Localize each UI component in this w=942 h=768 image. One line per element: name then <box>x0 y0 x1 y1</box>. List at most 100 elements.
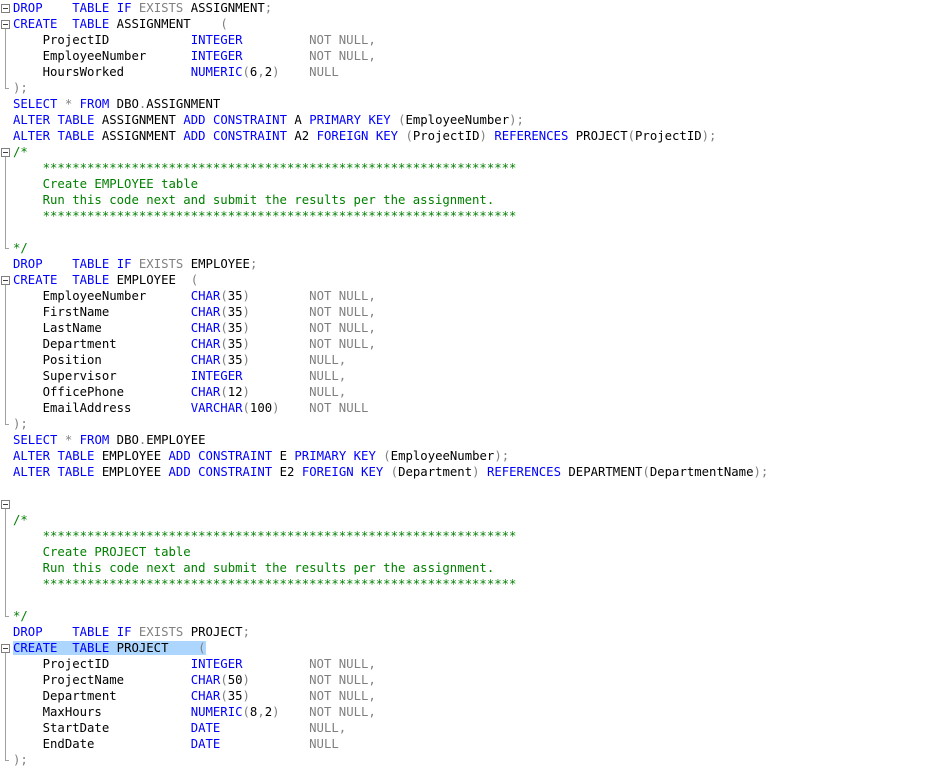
code-token: CREATE <box>13 17 58 31</box>
code-token: ****************************************… <box>13 529 517 543</box>
code-line[interactable]: ); <box>13 752 942 768</box>
code-line[interactable]: EmployeeNumber CHAR(35) NOT NULL, <box>13 288 942 304</box>
code-token: REFERENCES <box>494 129 569 143</box>
code-area[interactable]: DROP TABLE IF EXISTS ASSIGNMENT; CREATE T… <box>13 0 942 768</box>
code-line[interactable]: ALTER TABLE ASSIGNMENT ADD CONSTRAINT A2… <box>13 128 942 144</box>
fold-collapse-icon[interactable] <box>1 148 10 157</box>
code-line[interactable]: SELECT * FROM DBO.ASSIGNMENT <box>13 96 942 112</box>
fold-collapse-icon[interactable] <box>1 276 10 285</box>
code-token: ASSIGNMENT <box>146 97 221 111</box>
code-token: EXISTS <box>138 257 184 271</box>
code-line[interactable]: HoursWorked NUMERIC(6,2) NULL <box>13 64 942 80</box>
code-line[interactable]: StartDate DATE NULL, <box>13 720 942 736</box>
code-line[interactable]: DROP TABLE IF EXISTS ASSIGNMENT; <box>13 0 942 16</box>
code-line[interactable]: CREATE TABLE ASSIGNMENT ( <box>13 16 942 32</box>
code-line[interactable]: /* <box>13 144 942 160</box>
code-line[interactable]: OfficePhone CHAR(12) NULL, <box>13 384 942 400</box>
code-token: FOREIGN <box>316 129 369 143</box>
code-token: Department <box>13 689 191 703</box>
code-line[interactable]: LastName CHAR(35) NOT NULL, <box>13 320 942 336</box>
fold-collapse-icon[interactable] <box>1 644 10 653</box>
code-line[interactable]: ****************************************… <box>13 576 942 592</box>
code-token: ( <box>383 449 391 463</box>
code-token: CREATE <box>13 641 58 655</box>
code-token: */ <box>13 241 28 255</box>
code-line[interactable]: ****************************************… <box>13 208 942 224</box>
code-line[interactable]: FirstName CHAR(35) NOT NULL, <box>13 304 942 320</box>
code-line[interactable]: DROP TABLE IF EXISTS PROJECT; <box>13 624 942 640</box>
code-line[interactable]: Create PROJECT table <box>13 544 942 560</box>
code-token: DBO <box>109 97 139 111</box>
code-line[interactable]: Run this code next and submit the result… <box>13 192 942 208</box>
code-token: EndDate <box>13 737 191 751</box>
code-line[interactable]: CREATE TABLE EMPLOYEE ( <box>13 272 942 288</box>
code-token: PRIMARY <box>309 113 362 127</box>
code-line[interactable]: */ <box>13 240 942 256</box>
code-token: TABLE <box>57 129 95 143</box>
code-token: NOT NULL <box>309 401 369 415</box>
code-token: EmailAddress <box>13 401 191 415</box>
code-token: ( <box>220 673 228 687</box>
code-line[interactable]: Department CHAR(35) NOT NULL, <box>13 688 942 704</box>
code-line[interactable] <box>13 224 942 240</box>
code-line[interactable]: ProjectID INTEGER NOT NULL, <box>13 32 942 48</box>
code-line[interactable]: ALTER TABLE ASSIGNMENT ADD CONSTRAINT A … <box>13 112 942 128</box>
code-line[interactable]: CREATE TABLE PROJECT ( <box>13 640 942 656</box>
code-line[interactable] <box>13 592 942 608</box>
code-line[interactable]: Run this code next and submit the result… <box>13 560 942 576</box>
code-line[interactable]: EndDate DATE NULL <box>13 736 942 752</box>
code-line[interactable]: Position CHAR(35) NULL, <box>13 352 942 368</box>
code-line[interactable]: ****************************************… <box>13 160 942 176</box>
fold-collapse-icon[interactable] <box>1 4 10 13</box>
code-line[interactable] <box>13 496 942 512</box>
code-line[interactable]: /* <box>13 512 942 528</box>
code-token: CHAR <box>190 385 221 399</box>
code-token: ); <box>13 753 28 767</box>
code-token: ( <box>220 289 228 303</box>
code-token: DBO <box>109 433 139 447</box>
code-token: SELECT <box>13 433 58 447</box>
code-line[interactable]: Department CHAR(35) NOT NULL, <box>13 336 942 352</box>
code-line[interactable] <box>13 480 942 496</box>
code-line[interactable]: */ <box>13 608 942 624</box>
code-line[interactable]: ); <box>13 416 942 432</box>
code-line[interactable]: EmailAddress VARCHAR(100) NOT NULL <box>13 400 942 416</box>
sql-code-editor[interactable]: DROP TABLE IF EXISTS ASSIGNMENT; CREATE T… <box>0 0 942 767</box>
code-line[interactable]: Create EMPLOYEE table <box>13 176 942 192</box>
code-line[interactable]: SELECT * FROM DBO.EMPLOYEE <box>13 432 942 448</box>
code-line[interactable]: ****************************************… <box>13 528 942 544</box>
code-line[interactable]: DROP TABLE IF EXISTS EMPLOYEE; <box>13 256 942 272</box>
code-token <box>57 641 73 655</box>
code-line[interactable]: MaxHours NUMERIC(8,2) NOT NULL, <box>13 704 942 720</box>
code-line[interactable]: EmployeeNumber INTEGER NOT NULL, <box>13 48 942 64</box>
code-token: ( <box>627 129 636 143</box>
code-token: NULL <box>309 65 339 79</box>
code-token: ); <box>494 449 510 463</box>
code-line[interactable]: ALTER TABLE EMPLOYEE ADD CONSTRAINT E2 F… <box>13 464 942 480</box>
code-line[interactable]: Supervisor INTEGER NULL, <box>13 368 942 384</box>
code-token: ); <box>509 113 524 127</box>
code-token: 35 <box>227 305 243 319</box>
code-line[interactable]: ProjectID INTEGER NOT NULL, <box>13 656 942 672</box>
code-token: IF <box>116 1 132 15</box>
code-token: TABLE <box>72 17 110 31</box>
code-line[interactable]: ProjectName CHAR(50) NOT NULL, <box>13 672 942 688</box>
fold-collapse-icon[interactable] <box>1 20 10 29</box>
code-line[interactable]: ALTER TABLE EMPLOYEE ADD CONSTRAINT E PR… <box>13 448 942 464</box>
code-token: PROJECT <box>183 625 243 639</box>
code-token: ( <box>220 17 228 31</box>
code-token: 100 <box>249 401 273 415</box>
code-line[interactable]: ); <box>13 80 942 96</box>
fold-collapse-icon[interactable] <box>1 500 10 509</box>
code-token: ADD <box>183 129 206 143</box>
